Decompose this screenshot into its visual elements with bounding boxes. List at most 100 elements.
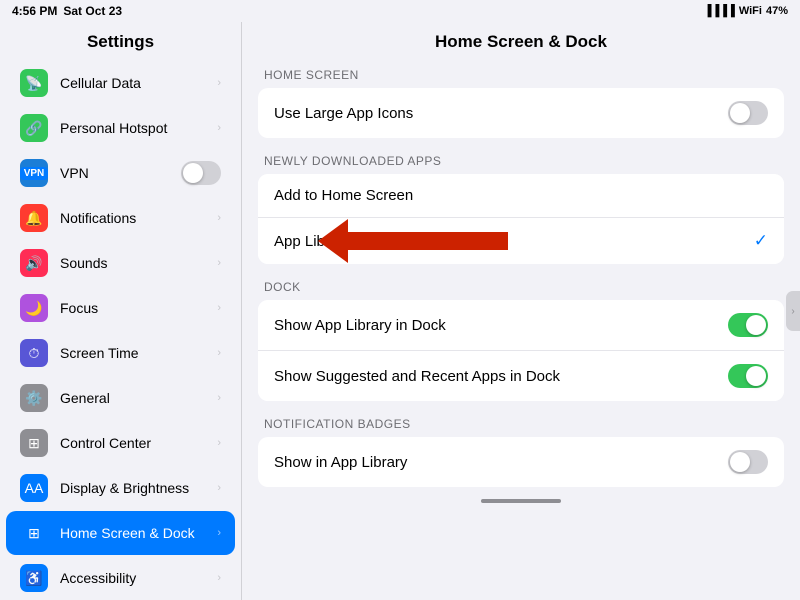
- sidebar-item-sounds[interactable]: 🔊 Sounds ›: [6, 241, 235, 285]
- scroll-indicator: [481, 499, 561, 503]
- screen-time-chevron: ›: [217, 347, 221, 359]
- show-app-library-dock-label: Show App Library in Dock: [274, 317, 446, 334]
- show-suggested-recent-label: Show Suggested and Recent Apps in Dock: [274, 368, 560, 385]
- section-home-screen-section: HOME SCREEN Use Large App Icons: [258, 68, 784, 138]
- add-to-home-label: Add to Home Screen: [274, 187, 413, 204]
- sidebar: Settings 📡 Cellular Data › 🔗 Personal Hotspo…: [0, 22, 242, 600]
- sidebar-item-control-center[interactable]: ⊞ Control Center ›: [6, 421, 235, 465]
- notifications-label: Notifications: [60, 210, 205, 226]
- settings-row-show-in-app-library[interactable]: Show in App Library: [258, 437, 784, 487]
- settings-group-dock-section: Show App Library in Dock Show Suggested a…: [258, 300, 784, 401]
- show-suggested-recent-right: [728, 364, 768, 388]
- right-edge-handle[interactable]: ›: [786, 291, 800, 331]
- display-brightness-label: Display & Brightness: [60, 480, 205, 496]
- use-large-icons-toggle[interactable]: [728, 101, 768, 125]
- cellular-data-label: Cellular Data: [60, 75, 205, 91]
- sidebar-item-general[interactable]: ⚙️ General ›: [6, 376, 235, 420]
- sidebar-item-notifications[interactable]: 🔔 Notifications ›: [6, 196, 235, 240]
- signal-icon: ▐▐▐▐: [704, 5, 735, 17]
- main-content: Home Screen & Dock HOME SCREEN Use Large …: [242, 22, 800, 600]
- sidebar-item-accessibility[interactable]: ♿ Accessibility ›: [6, 556, 235, 600]
- app-library-only-right: ✓: [754, 231, 768, 251]
- section-notification-badges-section: NOTIFICATION BADGES Show in App Library: [258, 417, 784, 487]
- app-library-only-checkmark: ✓: [754, 231, 768, 251]
- accessibility-label: Accessibility: [60, 570, 205, 586]
- cellular-data-icon: 📡: [20, 69, 48, 97]
- sidebar-item-personal-hotspot[interactable]: 🔗 Personal Hotspot ›: [6, 106, 235, 150]
- use-large-icons-right: [728, 101, 768, 125]
- general-chevron: ›: [217, 392, 221, 404]
- settings-group-newly-downloaded-section: Add to Home Screen App Library Only ✓: [258, 174, 784, 264]
- content-area: HOME SCREEN Use Large App Icons NEWLY DOWN…: [242, 60, 800, 495]
- sidebar-item-home-screen-dock[interactable]: ⊞ Home Screen & Dock ›: [6, 511, 235, 555]
- show-in-app-library-right: [728, 450, 768, 474]
- app-container: Settings 📡 Cellular Data › 🔗 Personal Hotspo…: [0, 22, 800, 600]
- show-app-library-dock-right: [728, 313, 768, 337]
- section-header-home-screen-section: HOME SCREEN: [258, 68, 784, 88]
- status-left: 4:56 PM Sat Oct 23: [12, 4, 122, 18]
- general-icon: ⚙️: [20, 384, 48, 412]
- personal-hotspot-icon: 🔗: [20, 114, 48, 142]
- cellular-data-chevron: ›: [217, 77, 221, 89]
- settings-group-notification-badges-section: Show in App Library: [258, 437, 784, 487]
- settings-row-use-large-icons[interactable]: Use Large App Icons: [258, 88, 784, 138]
- notifications-chevron: ›: [217, 212, 221, 224]
- section-header-dock-section: DOCK: [258, 280, 784, 300]
- sidebar-title: Settings: [0, 22, 241, 60]
- accessibility-chevron: ›: [217, 572, 221, 584]
- section-header-notification-badges-section: NOTIFICATION BADGES: [258, 417, 784, 437]
- screen-time-icon: ⏱: [20, 339, 48, 367]
- settings-row-show-app-library-dock[interactable]: Show App Library in Dock: [258, 300, 784, 351]
- sidebar-item-screen-time[interactable]: ⏱ Screen Time ›: [6, 331, 235, 375]
- vpn-label: VPN: [60, 165, 169, 181]
- main-header: Home Screen & Dock: [242, 22, 800, 60]
- vpn-toggle[interactable]: [181, 161, 221, 185]
- vpn-icon: VPN: [20, 159, 48, 187]
- personal-hotspot-chevron: ›: [217, 122, 221, 134]
- control-center-chevron: ›: [217, 437, 221, 449]
- control-center-label: Control Center: [60, 435, 205, 451]
- wifi-icon: WiFi: [739, 5, 762, 17]
- section-dock-section: DOCK Show App Library in Dock Show Suggest…: [258, 280, 784, 401]
- sidebar-item-display-brightness[interactable]: AA Display & Brightness ›: [6, 466, 235, 510]
- show-suggested-recent-toggle[interactable]: [728, 364, 768, 388]
- home-screen-dock-icon: ⊞: [20, 519, 48, 547]
- sounds-chevron: ›: [217, 257, 221, 269]
- use-large-icons-label: Use Large App Icons: [274, 105, 413, 122]
- focus-chevron: ›: [217, 302, 221, 314]
- control-center-icon: ⊞: [20, 429, 48, 457]
- section-header-newly-downloaded-section: NEWLY DOWNLOADED APPS: [258, 154, 784, 174]
- personal-hotspot-label: Personal Hotspot: [60, 120, 205, 136]
- general-label: General: [60, 390, 205, 406]
- section-newly-downloaded-section: NEWLY DOWNLOADED APPSAdd to Home ScreenA…: [258, 154, 784, 264]
- show-in-app-library-label: Show in App Library: [274, 454, 407, 471]
- sidebar-item-vpn[interactable]: VPN VPN: [6, 151, 235, 195]
- settings-row-app-library-only[interactable]: App Library Only ✓: [258, 218, 784, 264]
- status-bar: 4:56 PM Sat Oct 23 ▐▐▐▐ WiFi 47%: [0, 0, 800, 22]
- time-display: 4:56 PM: [12, 4, 57, 18]
- display-brightness-chevron: ›: [217, 482, 221, 494]
- settings-row-show-suggested-recent[interactable]: Show Suggested and Recent Apps in Dock: [258, 351, 784, 401]
- settings-row-add-to-home[interactable]: Add to Home Screen: [258, 174, 784, 218]
- sidebar-item-focus[interactable]: 🌙 Focus ›: [6, 286, 235, 330]
- status-right: ▐▐▐▐ WiFi 47%: [704, 5, 788, 17]
- show-in-app-library-toggle[interactable]: [728, 450, 768, 474]
- home-screen-dock-label: Home Screen & Dock: [60, 525, 205, 541]
- sidebar-list: 📡 Cellular Data › 🔗 Personal Hotspot › VPN VPN 🔔…: [0, 60, 241, 600]
- sounds-label: Sounds: [60, 255, 205, 271]
- settings-group-home-screen-section: Use Large App Icons: [258, 88, 784, 138]
- bottom-handle: [242, 495, 800, 511]
- accessibility-icon: ♿: [20, 564, 48, 592]
- chevron-right-icon: ›: [791, 306, 794, 317]
- show-app-library-dock-toggle[interactable]: [728, 313, 768, 337]
- notifications-icon: 🔔: [20, 204, 48, 232]
- screen-time-label: Screen Time: [60, 345, 205, 361]
- sidebar-item-cellular-data[interactable]: 📡 Cellular Data ›: [6, 61, 235, 105]
- focus-icon: 🌙: [20, 294, 48, 322]
- sounds-icon: 🔊: [20, 249, 48, 277]
- app-library-only-label: App Library Only: [274, 233, 386, 250]
- focus-label: Focus: [60, 300, 205, 316]
- battery-display: 47%: [766, 5, 788, 17]
- display-brightness-icon: AA: [20, 474, 48, 502]
- home-screen-dock-chevron: ›: [217, 527, 221, 539]
